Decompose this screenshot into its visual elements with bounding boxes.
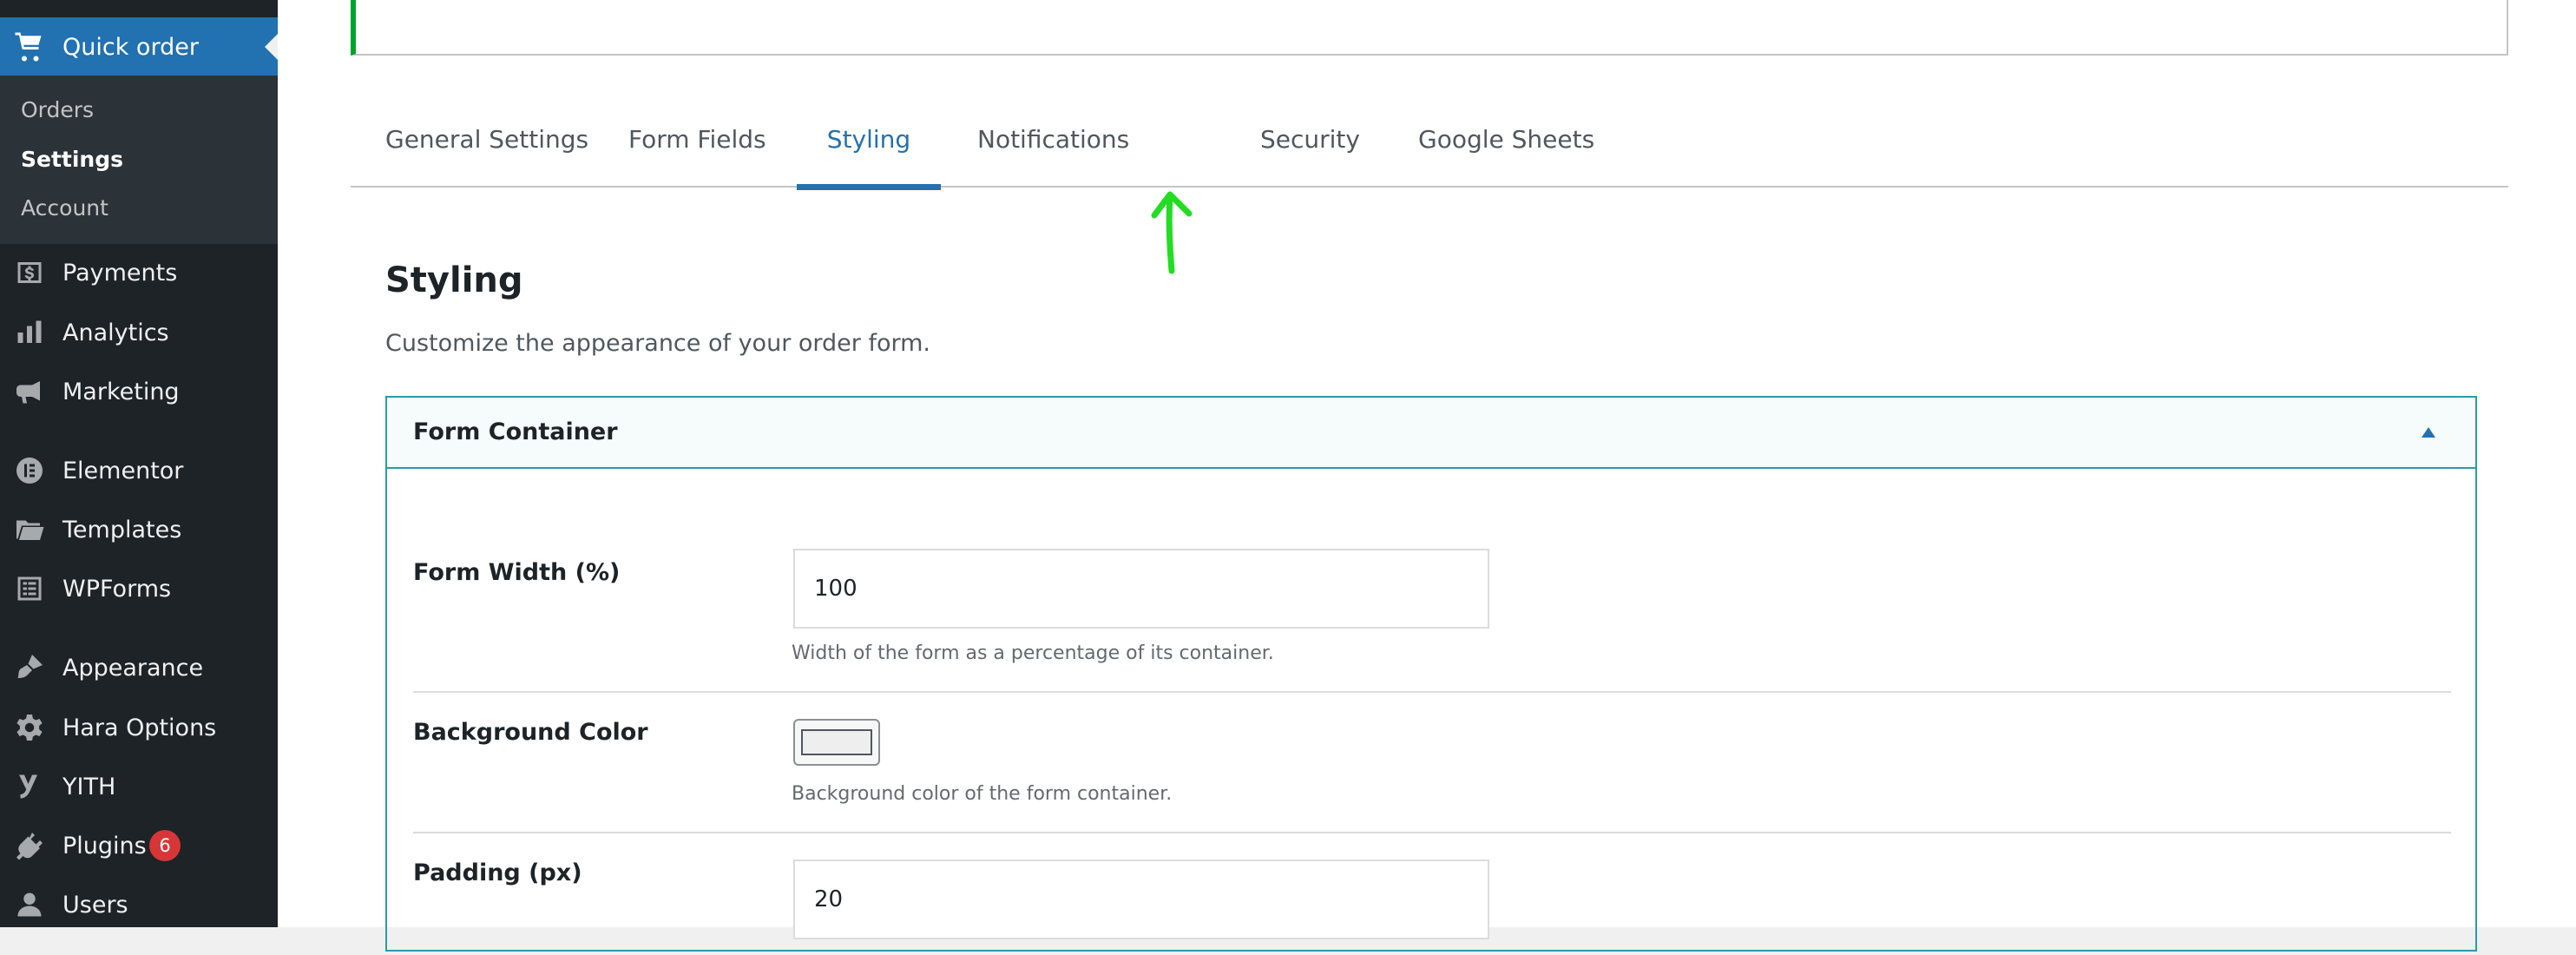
menu-item-users[interactable]: Users (0, 875, 278, 934)
menu-item-label: Elementor (62, 457, 184, 484)
padding-input[interactable]: 20 (793, 860, 1489, 939)
section-description: Customize the appearance of your order f… (385, 330, 930, 357)
submenu-item-settings[interactable]: Settings (21, 147, 123, 172)
background-color-label: Background Color (413, 719, 648, 746)
form-container-panel: Form Container Form Width (%) 100 Width … (385, 396, 2477, 952)
color-swatch (801, 729, 872, 755)
menu-item-label: Templates (62, 516, 182, 543)
background-color-row: Background Color Background color of the… (413, 693, 2451, 833)
elementor-icon (12, 453, 47, 488)
menu-item-hara-options[interactable]: Hara Options (0, 698, 278, 757)
annotation-arrow-icon (1151, 191, 1193, 274)
menu-item-label: Analytics (62, 319, 169, 346)
tab-styling[interactable]: Styling (797, 102, 941, 190)
menu-item-label: Payments (62, 259, 178, 286)
menu-item-label: WPForms (62, 575, 172, 603)
color-picker-button[interactable] (793, 719, 880, 766)
panel-header[interactable]: Form Container (387, 398, 2475, 469)
padding-label: Padding (px) (413, 860, 582, 886)
background-color-help: Background color of the form container. (792, 783, 1173, 805)
menu-item-analytics[interactable]: Analytics (0, 303, 278, 362)
menu-item-label: Marketing (62, 378, 180, 405)
settings-tabs: General Settings Form Fields Styling Not… (351, 102, 2508, 190)
brush-icon (12, 650, 47, 685)
menu-item-yith[interactable]: YITH (0, 757, 278, 816)
folder-icon (12, 512, 47, 547)
menu-item-appearance[interactable]: Appearance (0, 638, 278, 697)
success-notice (351, 0, 2508, 56)
plug-icon (12, 828, 47, 863)
menu-item-label: Appearance (62, 654, 204, 682)
menu-item-label: YITH (62, 773, 116, 800)
form-width-label: Form Width (%) (413, 559, 621, 586)
gear-icon (12, 710, 47, 745)
admin-sidebar: Quick order Orders Settings Account Paym… (0, 0, 278, 927)
tab-form-fields[interactable]: Form Fields (628, 102, 766, 188)
tab-general-settings[interactable]: General Settings (385, 102, 588, 188)
tab-google-sheets[interactable]: Google Sheets (1418, 102, 1594, 188)
form-width-input[interactable]: 100 (793, 549, 1489, 629)
yith-icon (12, 769, 47, 804)
menu-item-label: Plugins (62, 832, 147, 860)
menu-item-label: Quick order (62, 33, 199, 61)
plugins-update-badge: 6 (149, 830, 181, 861)
collapse-caret-icon[interactable] (2422, 427, 2435, 438)
submenu-item-account[interactable]: Account (21, 195, 108, 221)
form-icon (12, 571, 47, 606)
menu-item-elementor[interactable]: Elementor (0, 441, 278, 500)
tab-security[interactable]: Security (1260, 102, 1360, 188)
dollar-icon (12, 255, 47, 290)
menu-item-marketing[interactable]: Marketing (0, 362, 278, 421)
form-width-help: Width of the form as a percentage of its… (792, 642, 1274, 664)
quick-order-submenu: Orders Settings Account (0, 76, 278, 244)
section-title: Styling (385, 260, 523, 300)
menu-item-label: Hara Options (62, 714, 217, 741)
cart-icon (12, 30, 47, 64)
padding-row: Padding (px) 20 (413, 833, 2451, 955)
menu-item-quick-order[interactable]: Quick order (0, 17, 278, 76)
submenu-item-orders[interactable]: Orders (21, 97, 94, 122)
menu-item-plugins[interactable]: Plugins 6 (0, 816, 278, 875)
menu-item-templates[interactable]: Templates (0, 500, 278, 559)
tab-notifications[interactable]: Notifications (977, 102, 1129, 188)
menu-item-payments[interactable]: Payments (0, 243, 278, 302)
form-width-row: Form Width (%) 100 Width of the form as … (413, 469, 2451, 693)
menu-item-wpforms[interactable]: WPForms (0, 559, 278, 618)
user-icon (12, 887, 47, 922)
bar-chart-icon (12, 315, 47, 350)
panel-title: Form Container (413, 418, 618, 445)
menu-item-label: Users (62, 891, 128, 919)
megaphone-icon (12, 374, 47, 409)
main-content: General Settings Form Fields Styling Not… (278, 0, 2576, 952)
